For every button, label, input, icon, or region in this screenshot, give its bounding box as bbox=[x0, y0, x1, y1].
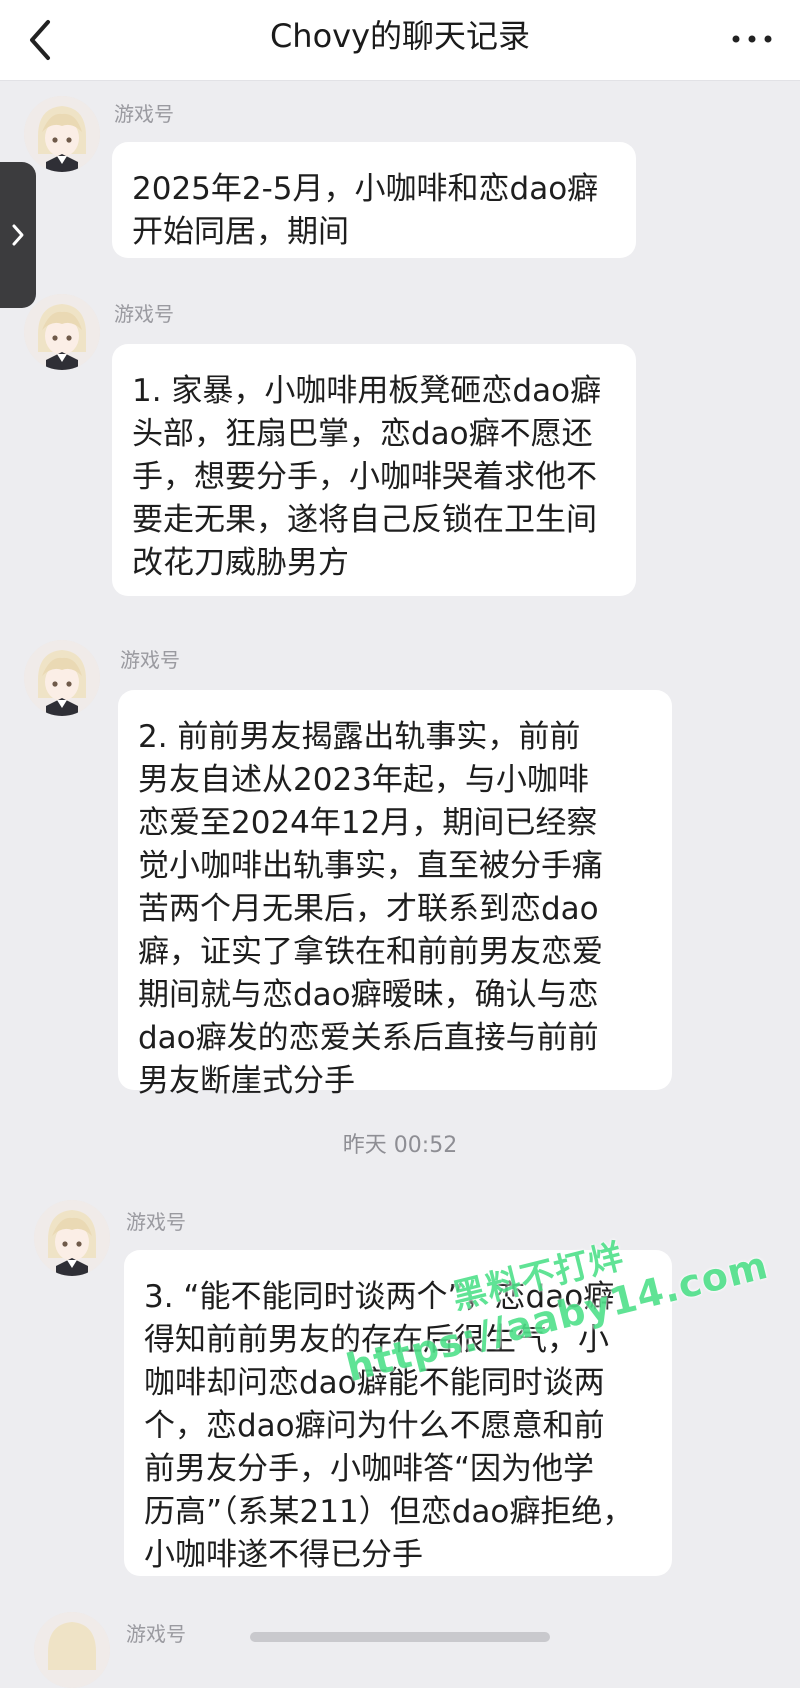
sender-name: 游戏号 bbox=[114, 102, 174, 126]
more-button[interactable] bbox=[726, 22, 778, 56]
avatar[interactable] bbox=[24, 294, 100, 370]
anime-avatar-icon bbox=[34, 1612, 110, 1688]
message-bubble[interactable]: 1. 家暴，小咖啡用板凳砸恋dao癖 头部，狂扇巴掌，恋dao癖不愿还 手，想要… bbox=[112, 344, 636, 596]
page-title: Chovy的聊天记录 bbox=[269, 17, 531, 55]
anime-avatar-icon bbox=[24, 640, 100, 716]
avatar[interactable] bbox=[24, 640, 100, 716]
timestamp: 昨天 00:52 bbox=[342, 1133, 458, 1158]
avatar[interactable] bbox=[34, 1612, 110, 1688]
ellipsis-icon bbox=[732, 35, 772, 43]
sender-name: 游戏号 bbox=[120, 648, 180, 672]
anime-avatar-icon bbox=[24, 96, 100, 172]
avatar[interactable] bbox=[34, 1200, 110, 1276]
message-bubble[interactable]: 2025年2-5月，小咖啡和恋dao癖 开始同居，期间 bbox=[112, 142, 636, 258]
anime-avatar-icon bbox=[24, 294, 100, 370]
sender-name: 游戏号 bbox=[126, 1622, 186, 1646]
top-bar: Chovy的聊天记录 bbox=[0, 0, 800, 81]
chevron-right-icon bbox=[12, 224, 24, 246]
message-bubble[interactable]: 2. 前前男友揭露出轨事实，前前 男友自述从2023年起，与小咖啡 恋爱至202… bbox=[118, 690, 672, 1099]
anime-avatar-icon bbox=[34, 1200, 110, 1276]
avatar[interactable] bbox=[24, 96, 100, 172]
side-drawer-tab[interactable] bbox=[0, 162, 36, 308]
home-indicator[interactable] bbox=[250, 1632, 550, 1642]
sender-name: 游戏号 bbox=[126, 1210, 186, 1234]
sender-name: 游戏号 bbox=[114, 302, 174, 326]
